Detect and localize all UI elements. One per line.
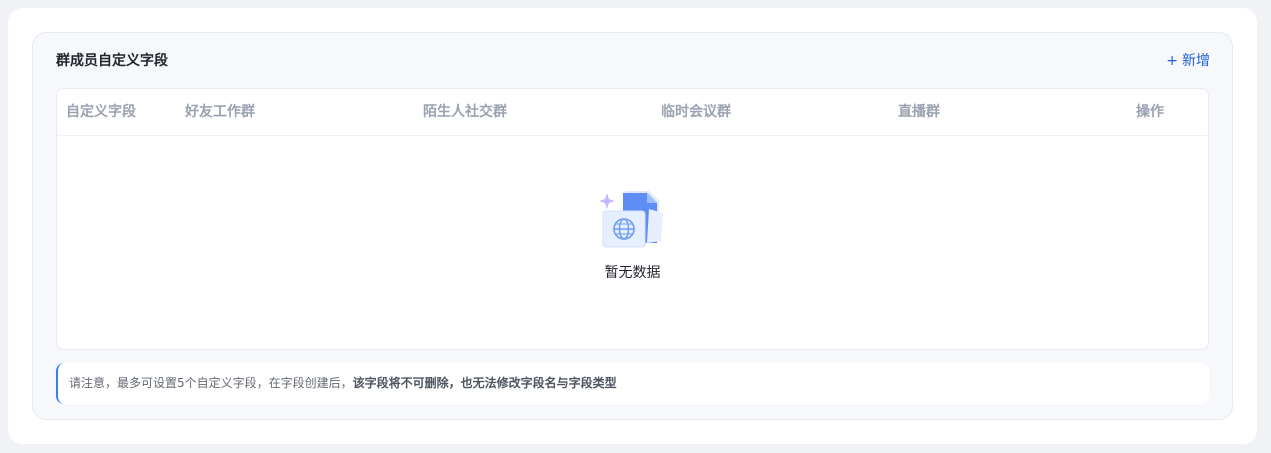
empty-document-icon (598, 191, 663, 248)
panel-title: 群成员自定义字段 (56, 53, 168, 69)
page-card: 群成员自定义字段 + 新增 自定义字段 好友工作群 陌生人社交群 临时会议群 直播… (8, 8, 1257, 444)
notice-emphasis-text: 该字段将不可删除，也无法修改字段名与字段类型 (352, 376, 617, 390)
column-header-stranger-social-group: 陌生人社交群 (423, 104, 507, 120)
column-header-friend-work-group: 好友工作群 (185, 104, 255, 120)
custom-fields-table: 自定义字段 好友工作群 陌生人社交群 临时会议群 直播群 操作 暂无数据 (56, 88, 1209, 350)
column-header-custom-field: 自定义字段 (66, 104, 136, 120)
empty-state: 暂无数据 (57, 189, 1208, 283)
custom-fields-panel: 群成员自定义字段 + 新增 自定义字段 好友工作群 陌生人社交群 临时会议群 直播… (32, 32, 1233, 420)
column-header-live-group: 直播群 (898, 104, 940, 120)
notice-banner: 请注意，最多可设置5个自定义字段，在字段创建后，该字段将不可删除，也无法修改字段… (56, 363, 1209, 404)
add-field-label: 新增 (1182, 53, 1210, 69)
empty-state-text: 暂无数据 (604, 265, 661, 281)
column-header-temp-meeting-group: 临时会议群 (661, 104, 731, 120)
column-header-actions: 操作 (1136, 104, 1164, 120)
table-header: 自定义字段 好友工作群 陌生人社交群 临时会议群 直播群 操作 (57, 89, 1208, 136)
notice-text: 请注意，最多可设置5个自定义字段，在字段创建后， (69, 376, 353, 390)
add-field-button[interactable]: + 新增 (1166, 51, 1210, 71)
plus-icon: + (1166, 53, 1178, 69)
